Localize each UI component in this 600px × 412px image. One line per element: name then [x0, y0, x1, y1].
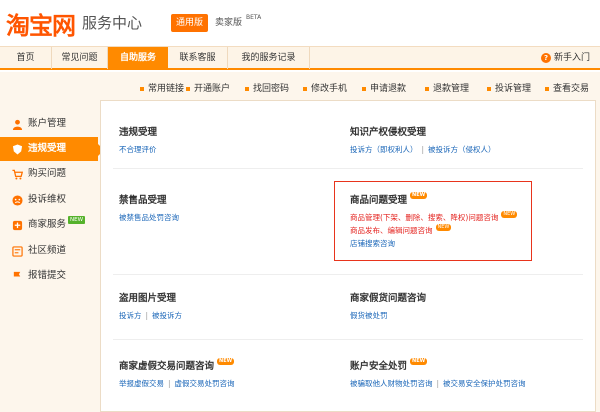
sidebar-item-purchase[interactable]: 购买问题	[0, 162, 98, 186]
sidebar-item-report[interactable]: 报错提交	[0, 264, 98, 288]
section-title[interactable]: 商家虚假交易问题咨询	[119, 361, 214, 372]
section-title[interactable]: 知识产权侵权受理	[350, 124, 496, 138]
quick-link[interactable]: 修改手机	[303, 81, 347, 94]
section-link[interactable]: 投诉方	[119, 311, 142, 320]
bullet-icon	[487, 86, 491, 91]
quick-link-label: 申请退款	[370, 84, 407, 94]
section-image: 盗用图片受理 投诉方 | 被投诉方	[119, 290, 182, 322]
quick-link[interactable]: 申请退款	[362, 81, 406, 94]
quick-link[interactable]: 常用链接	[140, 81, 184, 94]
divider	[113, 274, 583, 275]
quick-link[interactable]: 找回密码	[245, 81, 289, 94]
link-separator: |	[168, 379, 171, 388]
section-ip: 知识产权侵权受理 投诉方（即权利人） | 被投诉方（侵权人）	[350, 124, 496, 156]
section-title[interactable]: 违规受理	[119, 124, 157, 138]
section-link[interactable]: 被骗取他人财物处罚咨询	[350, 379, 433, 388]
complaint-icon	[12, 195, 23, 206]
shield-icon	[12, 144, 23, 155]
report-icon	[13, 271, 21, 282]
section-prohibited: 禁售品受理 被禁售品处罚咨询	[119, 192, 179, 224]
section-link[interactable]: 被投诉方	[152, 311, 182, 320]
help-icon: ?	[540, 52, 551, 63]
divider	[113, 168, 583, 169]
beginner-guide-link[interactable]: ? 新手入门	[540, 47, 590, 69]
sidebar-item-label: 购买问题	[28, 168, 67, 179]
sidebar-item-label: 违规受理	[28, 143, 67, 154]
bullet-icon	[425, 86, 429, 91]
section-link[interactable]: 被禁售品处罚咨询	[119, 213, 179, 222]
highlight-box	[334, 181, 532, 261]
sidebar-item-label: 报错提交	[28, 270, 67, 281]
section-link[interactable]: 投诉方（即权利人）	[350, 145, 418, 154]
nav-self-service[interactable]: 自助服务	[108, 47, 168, 69]
new-badge: NEW	[68, 216, 86, 224]
version-seller-button[interactable]: 卖家版	[212, 14, 245, 32]
section-title[interactable]: 商家假货问题咨询	[350, 290, 426, 304]
sidebar-item-label: 投诉维权	[28, 194, 67, 205]
section-fake: 商家假货问题咨询 假货被处罚	[350, 290, 426, 322]
link-separator: |	[145, 311, 149, 320]
section-link[interactable]: 被交易安全保护处罚咨询	[443, 379, 526, 388]
sidebar-item-violation[interactable]: 违规受理	[0, 137, 104, 161]
link-separator: |	[436, 379, 440, 388]
quick-link-label: 常用链接	[148, 84, 185, 94]
nav-home[interactable]: 首页	[0, 47, 52, 69]
sidebar-item-account[interactable]: 账户管理	[0, 112, 98, 136]
taobao-logo[interactable]: 淘宝网	[6, 6, 76, 41]
section-title[interactable]: 盗用图片受理	[119, 290, 182, 304]
quick-link[interactable]: 投诉管理	[487, 81, 531, 94]
new-badge: NEW	[217, 358, 235, 365]
sidebar-item-label: 商家服务	[28, 219, 67, 230]
quick-links-bar: 常用链接 开通账户 找回密码 修改手机 申请退款 退款管理 投诉管理 查看交易	[0, 72, 600, 100]
section-title[interactable]: 账户安全处罚	[350, 361, 407, 372]
quick-link-label: 找回密码	[253, 84, 290, 94]
quick-link-label: 开通账户	[194, 84, 231, 94]
section-security: 账户安全处罚 NEW 被骗取他人财物处罚咨询 | 被交易安全保护处罚咨询	[350, 358, 526, 390]
beginner-guide-label: 新手入门	[553, 53, 590, 63]
main-nav: 首页 常见问题 自助服务 联系客服 我的服务记录 ? 新手入门	[0, 46, 600, 70]
quick-link-label: 修改手机	[311, 84, 348, 94]
section-virtual: 商家虚假交易问题咨询 NEW 举报虚假交易 | 虚假交易处罚咨询	[119, 358, 235, 390]
header: 淘宝网 服务中心 通用版 卖家版 BETA	[0, 0, 600, 46]
bullet-icon	[140, 86, 144, 91]
bullet-icon	[303, 86, 307, 91]
quick-link[interactable]: 开通账户	[186, 81, 230, 94]
new-badge: NEW	[410, 358, 428, 365]
link-separator: |	[421, 145, 425, 154]
bullet-icon	[362, 86, 366, 91]
bullet-icon	[245, 86, 249, 91]
quick-link[interactable]: 退款管理	[425, 81, 469, 94]
section-link[interactable]: 虚假交易处罚咨询	[175, 379, 235, 388]
beta-label: BETA	[246, 14, 262, 21]
section-link[interactable]: 被投诉方（侵权人）	[428, 145, 496, 154]
sidebar-item-merchant[interactable]: 商家服务 NEW	[0, 213, 98, 237]
store-icon	[12, 220, 23, 231]
sidebar-item-complaint[interactable]: 投诉维权	[0, 188, 98, 212]
bullet-icon	[186, 86, 190, 91]
section-title[interactable]: 禁售品受理	[119, 192, 179, 206]
section-link[interactable]: 举报虚假交易	[119, 379, 164, 388]
nav-faq[interactable]: 常见问题	[52, 47, 108, 69]
nav-contact[interactable]: 联系客服	[168, 47, 228, 69]
section-link[interactable]: 假货被处罚	[350, 311, 388, 320]
version-general-button[interactable]: 通用版	[171, 14, 209, 32]
service-title: 服务中心	[82, 14, 143, 32]
bullet-icon	[545, 86, 549, 91]
quick-link[interactable]: 查看交易	[545, 81, 589, 94]
nav-records[interactable]: 我的服务记录	[228, 47, 310, 69]
quick-link-label: 查看交易	[553, 84, 590, 94]
sidebar-item-label: 社区频道	[28, 245, 67, 256]
community-icon	[12, 246, 23, 257]
user-icon	[12, 119, 23, 130]
quick-link-label: 退款管理	[433, 84, 470, 94]
cart-icon	[12, 169, 23, 180]
section-link[interactable]: 不合理评价	[119, 145, 157, 154]
sidebar-item-label: 账户管理	[28, 118, 67, 129]
quick-link-label: 投诉管理	[495, 84, 532, 94]
section-violation: 违规受理 不合理评价	[119, 124, 157, 156]
sidebar-item-community[interactable]: 社区频道	[0, 239, 98, 263]
divider	[113, 339, 583, 340]
